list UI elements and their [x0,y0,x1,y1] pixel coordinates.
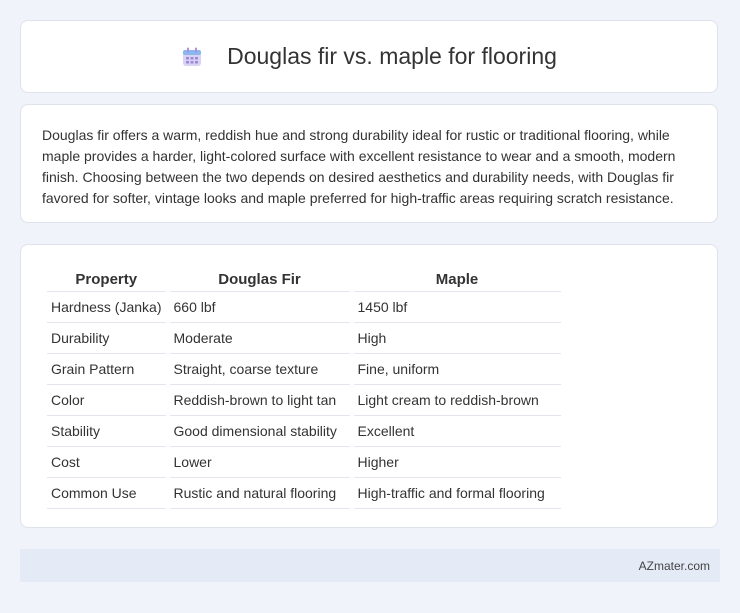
cell-property: Durability [47,323,166,354]
title-card: Douglas fir vs. maple for flooring [20,20,718,93]
comparison-table: Property Douglas Fir Maple Hardness (Jan… [43,265,565,509]
cell-maple: 1450 lbf [353,292,561,323]
cell-property: Cost [47,447,166,478]
cell-douglas-fir: Straight, coarse texture [169,354,350,385]
cell-property: Common Use [47,478,166,509]
column-header-maple: Maple [353,265,561,292]
cell-maple: High [353,323,561,354]
summary-card: Douglas fir offers a warm, reddish hue a… [20,104,718,223]
column-header-douglas-fir: Douglas Fir [169,265,350,292]
cell-maple: Higher [353,447,561,478]
table-row: Durability Moderate High [47,323,561,354]
comparison-table-card: Property Douglas Fir Maple Hardness (Jan… [20,244,718,528]
cell-property: Color [47,385,166,416]
cell-douglas-fir: Good dimensional stability [169,416,350,447]
cell-maple: High-traffic and formal flooring [353,478,561,509]
footer: AZmater.com [20,549,720,582]
table-row: Stability Good dimensional stability Exc… [47,416,561,447]
cell-maple: Excellent [353,416,561,447]
calendar-icon [181,46,203,68]
cell-douglas-fir: Lower [169,447,350,478]
cell-property: Grain Pattern [47,354,166,385]
table-row: Common Use Rustic and natural flooring H… [47,478,561,509]
cell-douglas-fir: Moderate [169,323,350,354]
cell-maple: Fine, uniform [353,354,561,385]
cell-maple: Light cream to reddish-brown [353,385,561,416]
cell-property: Stability [47,416,166,447]
footer-brand[interactable]: AZmater.com [639,559,710,573]
column-header-property: Property [47,265,166,292]
table-row: Grain Pattern Straight, coarse texture F… [47,354,561,385]
cell-douglas-fir: Reddish-brown to light tan [169,385,350,416]
table-header-row: Property Douglas Fir Maple [47,265,561,292]
cell-douglas-fir: 660 lbf [169,292,350,323]
cell-douglas-fir: Rustic and natural flooring [169,478,350,509]
table-row: Color Reddish-brown to light tan Light c… [47,385,561,416]
table-row: Hardness (Janka) 660 lbf 1450 lbf [47,292,561,323]
table-row: Cost Lower Higher [47,447,561,478]
page-title: Douglas fir vs. maple for flooring [227,43,557,69]
summary-text: Douglas fir offers a warm, reddish hue a… [42,127,676,206]
cell-property: Hardness (Janka) [47,292,166,323]
